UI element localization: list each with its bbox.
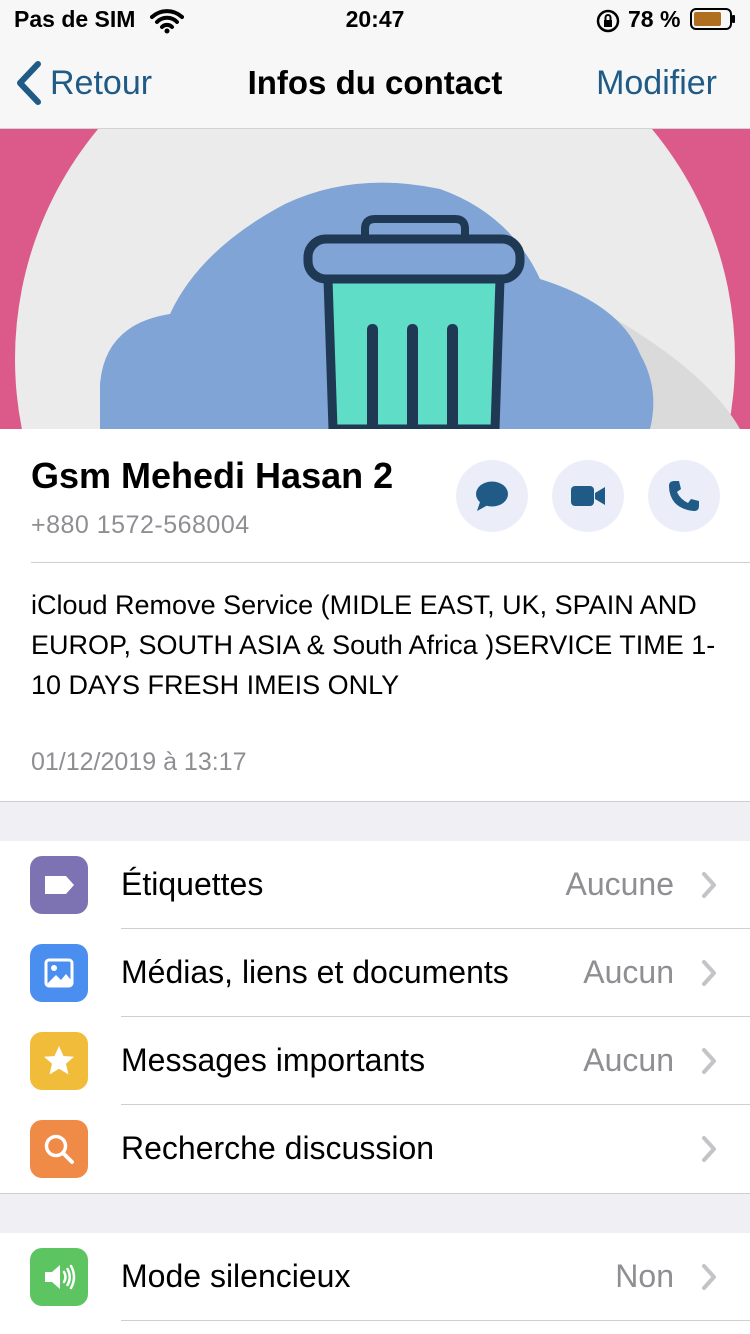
search-icon-bg [30,1120,88,1178]
about-date: 01/12/2019 à 13:17 [31,748,247,776]
chevron-right-icon [702,1048,716,1074]
message-icon [476,481,508,511]
edit-button[interactable]: Modifier [596,64,717,103]
profile-photo[interactable] [0,129,750,429]
video-call-button[interactable] [552,460,624,532]
row-label: Médias, liens et documents [121,954,509,990]
trash-cloud-logo [0,129,750,429]
battery-percent: 78 % [628,6,681,32]
voice-call-button[interactable] [648,460,720,532]
label-icon-bg [30,856,88,914]
phone-icon [669,481,699,511]
chevron-right-icon [702,872,716,898]
video-call-icon [571,486,605,506]
message-button[interactable] [456,460,528,532]
battery-icon [690,8,735,30]
row-label: Recherche discussion [121,1130,435,1166]
section-spacer [0,801,750,842]
navigation-bar: Retour Infos du contact Modifier [0,40,750,129]
chevron-right-icon [702,1264,716,1290]
status-bar: Pas de SIM 20:47 78 % [0,0,750,40]
divider [31,562,750,563]
speaker-icon-bg [30,1248,88,1306]
image-icon-bg [30,944,88,1002]
media-row[interactable]: Médias, liens et documents Aucun [0,929,750,1017]
star-icon-bg [30,1032,88,1090]
mute-row[interactable]: Mode silencieux Non [0,1233,750,1321]
labels-row[interactable]: Étiquettes Aucune [0,841,750,929]
label-icon [45,876,74,894]
star-icon [44,1046,74,1075]
contact-header: Gsm Mehedi Hasan 2 +880 1572-568004 [0,429,750,563]
row-label: Mode silencieux [121,1258,351,1294]
row-value: Aucun [583,1042,674,1078]
chevron-right-icon [702,960,716,986]
about-text[interactable]: iCloud Remove Service (MIDLE EAST, UK, S… [31,585,731,705]
starred-messages-row[interactable]: Messages importants Aucun [0,1017,750,1105]
chat-search-row[interactable]: Recherche discussion [0,1105,750,1193]
row-divider [121,1320,750,1321]
image-icon [44,958,74,988]
row-label: Étiquettes [121,866,264,902]
search-icon [44,1134,74,1164]
section-spacer [0,1193,750,1234]
speaker-icon [45,1264,76,1290]
contact-name: Gsm Mehedi Hasan 2 [31,455,394,496]
row-value: Aucune [565,866,674,902]
row-value: Non [615,1258,674,1294]
row-label: Messages importants [121,1042,426,1078]
contact-phone[interactable]: +880 1572-568004 [31,511,250,540]
orientation-lock-icon [596,9,620,33]
chevron-right-icon [702,1136,716,1162]
row-value: Aucun [583,954,674,990]
